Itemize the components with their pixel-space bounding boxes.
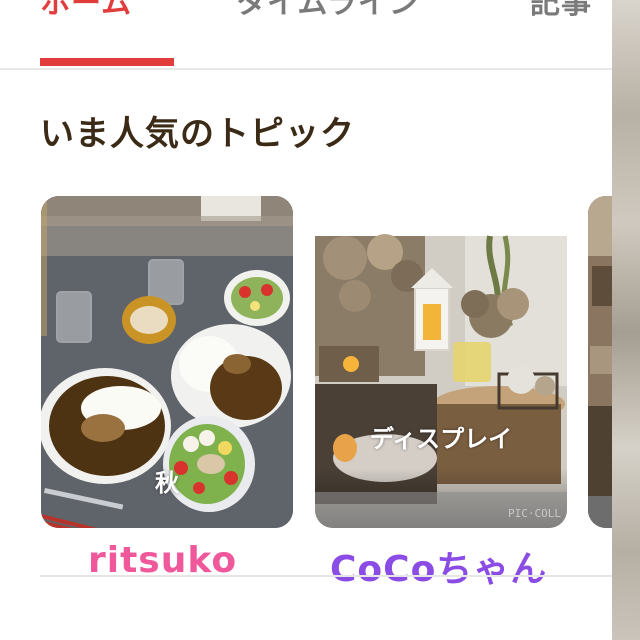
section-title: いま人気のトピック [40, 114, 355, 154]
topic-card-partial[interactable] [588, 196, 612, 528]
topic-card-display[interactable]: ディスプレイ PIC·COLL [315, 196, 567, 528]
tab-timeline[interactable]: タイムライン [236, 0, 420, 22]
app-panel: ホーム タイムライン 記事 いま人気のトピック 秋 ディスプレイ PIC·COL… [0, 0, 612, 640]
topic-photo [315, 196, 567, 528]
topic-card-label: ディスプレイ [369, 425, 513, 453]
username-text: CoCoちゃん [330, 549, 548, 590]
section-divider [40, 575, 612, 577]
topic-card-label: 秋 [155, 469, 179, 497]
tab-articles[interactable]: 記事 [530, 0, 592, 22]
background-image-strip [612, 0, 640, 640]
tab-home[interactable]: ホーム [40, 0, 132, 22]
collage-watermark: PIC·COLL [508, 507, 561, 520]
tabs-divider [0, 68, 612, 70]
active-tab-indicator [40, 58, 174, 66]
topic-photo [588, 196, 612, 528]
topic-card-autumn[interactable]: 秋 [41, 196, 293, 528]
tab-bar: ホーム タイムライン 記事 [0, 0, 612, 70]
card-username-coco[interactable]: CoCoちゃん [330, 540, 547, 592]
